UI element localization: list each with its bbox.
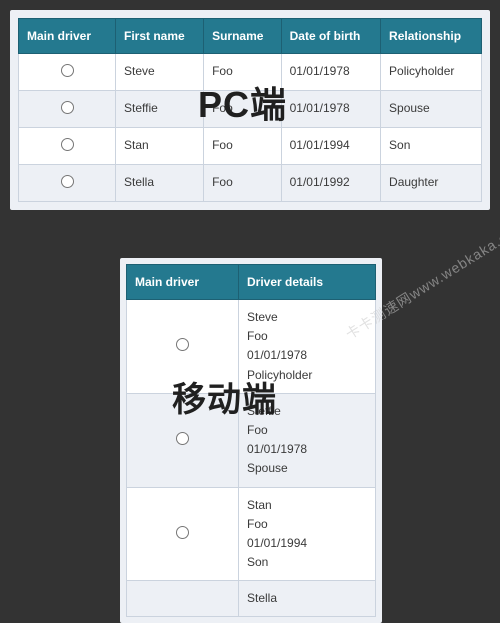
main-driver-radio[interactable] bbox=[176, 432, 189, 445]
table-row: Stella bbox=[127, 581, 376, 617]
pc-th-dob: Date of birth bbox=[281, 19, 380, 54]
detail-line: Policyholder bbox=[247, 366, 367, 385]
cell-surname: Foo bbox=[204, 128, 282, 165]
pc-th-relationship: Relationship bbox=[381, 19, 482, 54]
cell-driver-details: Steffie Foo 01/01/1978 Spouse bbox=[239, 393, 376, 487]
detail-line: Foo bbox=[247, 327, 367, 346]
table-row: Steve Foo 01/01/1978 Policyholder bbox=[127, 300, 376, 394]
main-driver-radio[interactable] bbox=[61, 175, 74, 188]
detail-line: Steffie bbox=[247, 402, 367, 421]
pc-th-surname: Surname bbox=[204, 19, 282, 54]
mobile-drivers-table: Main driver Driver details Steve Foo 01/… bbox=[126, 264, 376, 617]
cell-first-name: Stella bbox=[116, 165, 204, 202]
mobile-th-driver-details: Driver details bbox=[239, 265, 376, 300]
main-driver-radio[interactable] bbox=[176, 526, 189, 539]
cell-dob: 01/01/1978 bbox=[281, 91, 380, 128]
cell-surname: Foo bbox=[204, 91, 282, 128]
cell-dob: 01/01/1978 bbox=[281, 54, 380, 91]
cell-relationship: Daughter bbox=[381, 165, 482, 202]
detail-line: 01/01/1978 bbox=[247, 346, 367, 365]
pc-th-first-name: First name bbox=[116, 19, 204, 54]
cell-relationship: Son bbox=[381, 128, 482, 165]
main-driver-radio[interactable] bbox=[61, 101, 74, 114]
detail-line: Foo bbox=[247, 515, 367, 534]
cell-first-name: Steffie bbox=[116, 91, 204, 128]
table-row: Stan Foo 01/01/1994 Son bbox=[19, 128, 482, 165]
cell-first-name: Steve bbox=[116, 54, 204, 91]
table-row: Stan Foo 01/01/1994 Son bbox=[127, 487, 376, 581]
main-driver-radio[interactable] bbox=[61, 138, 74, 151]
cell-surname: Foo bbox=[204, 165, 282, 202]
cell-dob: 01/01/1994 bbox=[281, 128, 380, 165]
table-row: Steve Foo 01/01/1978 Policyholder bbox=[19, 54, 482, 91]
table-row: Steffie Foo 01/01/1978 Spouse bbox=[127, 393, 376, 487]
detail-line: Spouse bbox=[247, 459, 367, 478]
mobile-panel: Main driver Driver details Steve Foo 01/… bbox=[120, 258, 382, 623]
pc-drivers-table: Main driver First name Surname Date of b… bbox=[18, 18, 482, 202]
detail-line: 01/01/1978 bbox=[247, 440, 367, 459]
cell-driver-details: Steve Foo 01/01/1978 Policyholder bbox=[239, 300, 376, 394]
cell-relationship: Spouse bbox=[381, 91, 482, 128]
main-driver-radio[interactable] bbox=[176, 338, 189, 351]
cell-relationship: Policyholder bbox=[381, 54, 482, 91]
pc-panel: Main driver First name Surname Date of b… bbox=[10, 10, 490, 210]
detail-line: Son bbox=[247, 553, 367, 572]
detail-line: 01/01/1994 bbox=[247, 534, 367, 553]
cell-driver-details: Stella bbox=[239, 581, 376, 617]
table-row: Stella Foo 01/01/1992 Daughter bbox=[19, 165, 482, 202]
cell-driver-details: Stan Foo 01/01/1994 Son bbox=[239, 487, 376, 581]
main-driver-radio[interactable] bbox=[61, 64, 74, 77]
detail-line: Steve bbox=[247, 308, 367, 327]
detail-line: Foo bbox=[247, 421, 367, 440]
mobile-th-main-driver: Main driver bbox=[127, 265, 239, 300]
pc-th-main-driver: Main driver bbox=[19, 19, 116, 54]
detail-line: Stan bbox=[247, 496, 367, 515]
cell-surname: Foo bbox=[204, 54, 282, 91]
cell-dob: 01/01/1992 bbox=[281, 165, 380, 202]
cell-first-name: Stan bbox=[116, 128, 204, 165]
table-row: Steffie Foo 01/01/1978 Spouse bbox=[19, 91, 482, 128]
detail-line: Stella bbox=[247, 589, 367, 608]
